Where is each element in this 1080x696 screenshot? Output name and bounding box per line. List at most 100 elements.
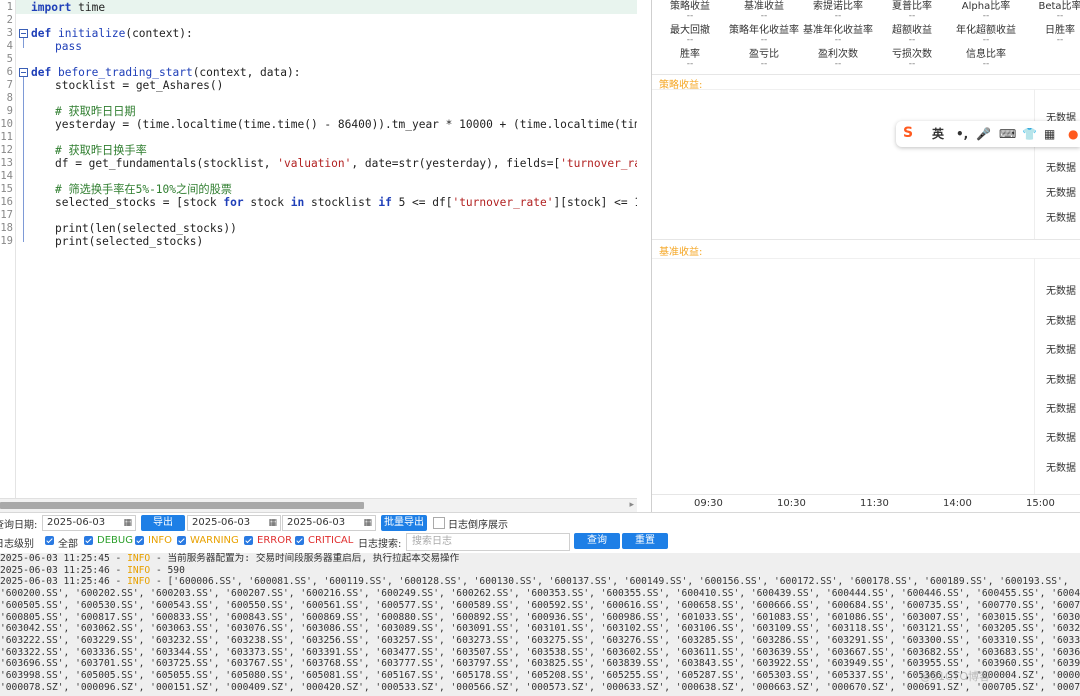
backtest-stats-panel: 策略收益 -- 基准收益 -- 索提诺比率 -- 夏普比率 -- Alpha比率 -- B… [652, 0, 1080, 74]
fold-guide [23, 77, 24, 242]
stat-benchmark-return: 基准收益 -- [744, 1, 784, 21]
punctuation-icon[interactable]: •, [956, 126, 968, 142]
log-line: '600200.SS', '600202.SS', '600203.SS', '… [0, 588, 1080, 600]
level-critical-checkbox[interactable] [295, 536, 304, 545]
chart-axis-line [1034, 258, 1035, 494]
end-date-input[interactable]: 2025-06-03 ▦ [282, 515, 376, 531]
stat-beta: Beta比率 -- [1038, 1, 1080, 21]
code-text: , date=str(yesterday), fields=[ [351, 157, 561, 170]
keyword: pass [55, 40, 82, 53]
stat-win-count: 盈利次数 -- [818, 49, 858, 69]
no-data-label: 无数据 [1046, 286, 1076, 297]
code-line-12: # 获取昨日换手率 [55, 144, 147, 157]
line-number: 15 [0, 183, 13, 195]
batch-export-button[interactable]: 批量导出 [381, 515, 427, 531]
code-line-4: pass [55, 40, 82, 53]
level-debug-label: DEBUG [97, 535, 133, 546]
code-text: stock [243, 196, 291, 209]
level-warning-checkbox[interactable] [177, 536, 186, 545]
log-output[interactable]: 2025-06-03 11:25:45 - INFO - 当前服务器配置为: 交… [0, 553, 1080, 696]
code-line-6: def before_trading_start(context, data): [31, 66, 300, 79]
export-button[interactable]: 导出 [141, 515, 185, 531]
code-line-7: stocklist = get_Ashares() [55, 79, 224, 92]
stat-daily-win-rate: 日胜率 -- [1045, 25, 1075, 45]
query-date-input[interactable]: 2025-06-03 ▦ [42, 515, 136, 531]
start-date-input[interactable]: 2025-06-03 ▦ [187, 515, 281, 531]
ime-language-toggle[interactable]: 英 [932, 126, 944, 142]
code-text: stocklist [304, 196, 379, 209]
scrollbar-thumb[interactable] [0, 502, 364, 509]
code-text: 5 <= df[ [391, 196, 453, 209]
line-number: 5 [6, 53, 13, 65]
skin-icon[interactable]: 👕 [1022, 126, 1037, 142]
query-button[interactable]: 查询 [574, 533, 620, 549]
current-line-highlight [16, 0, 637, 14]
line-number: 13 [0, 157, 13, 169]
code-line-13: df = get_fundamentals(stocklist, 'valuat… [55, 157, 637, 170]
more-icon[interactable]: ● [1068, 126, 1078, 142]
code-text: selected_stocks = [stock [55, 196, 224, 209]
stat-win-rate: 胜率 -- [680, 49, 700, 69]
code-text: (context, data): [192, 66, 301, 79]
log-level-label: 日志级别 [0, 539, 34, 550]
x-axis-tick-label: 14:00 [943, 498, 972, 509]
code-text: ][stock] <= 10] [553, 196, 638, 209]
line-number: 9 [6, 105, 13, 117]
level-critical-label: CRITICAL [308, 535, 354, 546]
no-data-label: 无数据 [1046, 375, 1076, 386]
level-debug-checkbox[interactable] [84, 536, 93, 545]
level-info-label: INFO [148, 535, 173, 546]
line-number: 11 [0, 131, 13, 143]
log-line: 2025-06-03 11:25:46 - INFO - ['600006.SS… [0, 576, 1069, 588]
toolbox-grid-icon[interactable]: ▦ [1044, 126, 1055, 142]
stat-max-drawdown: 最大回撤 -- [670, 25, 710, 45]
log-search-label: 日志搜索: [358, 539, 402, 550]
divider [652, 74, 1080, 75]
string-literal: 'turnover_rate' [452, 196, 554, 209]
level-all-checkbox[interactable] [45, 536, 54, 545]
stat-sortino: 索提诺比率 -- [813, 1, 863, 21]
microphone-icon[interactable]: 🎤 [976, 126, 991, 142]
keyword: in [290, 196, 305, 209]
scroll-right-icon[interactable]: ▸ [629, 500, 634, 510]
code-text: time [71, 1, 106, 14]
code-line-16: selected_stocks = [stock for stock in st… [55, 196, 637, 209]
panel-divider[interactable] [651, 0, 652, 512]
no-data-label: 无数据 [1046, 433, 1076, 444]
reset-button[interactable]: 重置 [622, 533, 668, 549]
x-axis-line [652, 494, 1080, 495]
log-line: 2025-06-03 11:25:45 - INFO - 当前服务器配置为: 交… [0, 553, 460, 564]
line-number: 10 [0, 118, 13, 130]
log-line: '600805.SS', '600817.SS', '600833.SS', '… [0, 611, 1080, 623]
stat-strategy-return: 策略收益 -- [670, 1, 710, 21]
editor-horizontal-scrollbar[interactable]: ▸ [0, 498, 637, 513]
fold-toggle-icon[interactable] [19, 68, 28, 77]
query-date-label: 查询日期: [0, 520, 38, 531]
keyboard-icon[interactable]: ⌨ [999, 126, 1016, 142]
log-line: '603998.SS', '605005.SS', '605055.SS', '… [0, 670, 1080, 681]
function-name: initialize [57, 27, 126, 40]
log-search-input[interactable]: 搜索日志 [406, 533, 570, 551]
x-axis-tick-label: 09:30 [694, 498, 723, 509]
code-line-3: def initialize(context): [31, 27, 193, 40]
level-error-checkbox[interactable] [244, 536, 253, 545]
no-data-label: 无数据 [1046, 163, 1076, 174]
code-editor[interactable]: 1 2 3 4 5 6 7 8 9 10 11 12 13 14 15 16 1… [0, 0, 637, 498]
line-number: 16 [0, 196, 13, 208]
reverse-order-checkbox[interactable] [433, 517, 445, 529]
calendar-icon: ▦ [363, 518, 372, 528]
watermark: @51CTO博客 [920, 670, 991, 683]
log-toolbar: 查询日期: 2025-06-03▦ 导出 2025-06-03▦ 2025-06… [0, 513, 1080, 553]
log-line: '600505.SS', '600530.SS', '600543.SS', '… [0, 599, 1080, 611]
no-data-label: 无数据 [1046, 316, 1076, 327]
code-line-9: # 获取昨日日期 [55, 105, 136, 118]
line-number: 18 [0, 222, 13, 234]
level-info-checkbox[interactable] [135, 536, 144, 545]
divider [652, 258, 1080, 259]
keyword: if [378, 196, 392, 209]
line-number-gutter: 1 2 3 4 5 6 7 8 9 10 11 12 13 14 15 16 1… [0, 0, 16, 498]
sogou-logo-icon[interactable]: S [903, 125, 913, 141]
ime-toolbar[interactable]: S 英 •, 🎤 ⌨ 👕 ▦ ● [896, 121, 1080, 147]
benchmark-return-chart-label: 基准收益: [659, 247, 703, 258]
fold-toggle-icon[interactable] [19, 29, 28, 38]
